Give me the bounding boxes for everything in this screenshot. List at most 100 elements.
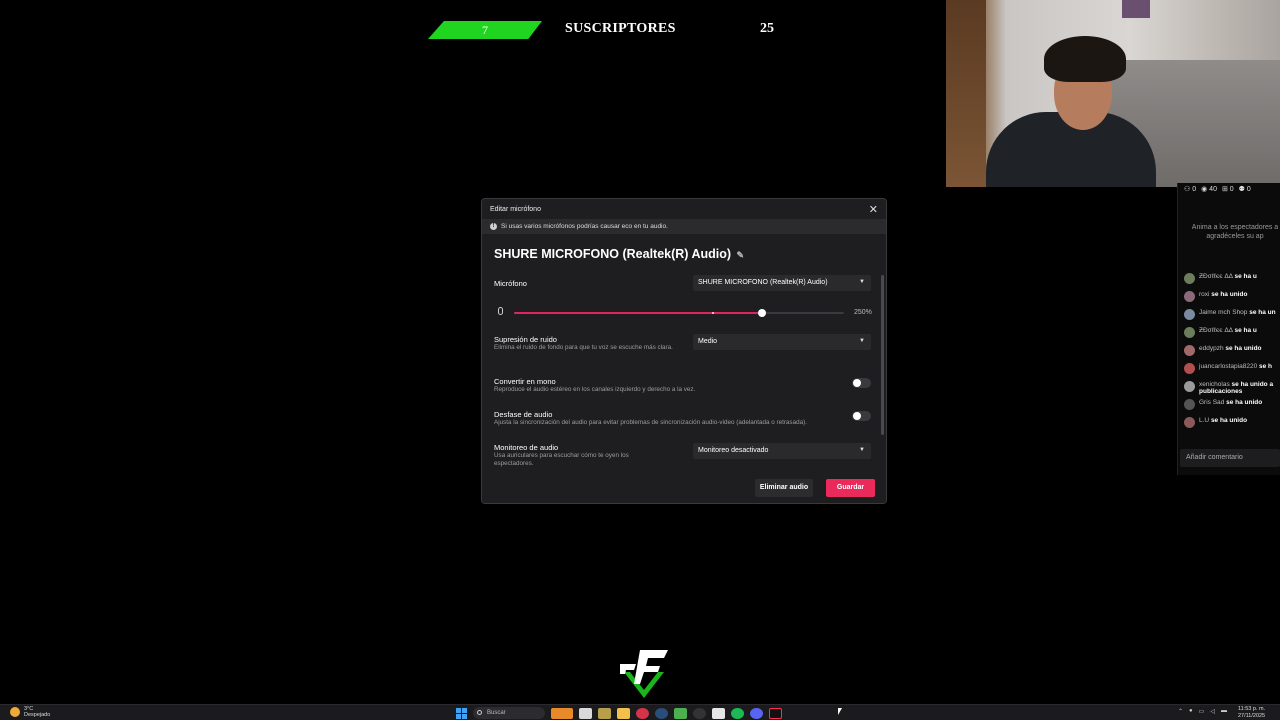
chat-username[interactable]: Jaime mch Shop [1199, 309, 1247, 316]
webcam-door [946, 0, 986, 187]
chevron-down-icon: ▼ [859, 447, 865, 453]
widget-thumbnail-icon[interactable] [551, 707, 573, 719]
dialog-footer: Eliminar audio Guardar [482, 473, 886, 503]
noise-suppression-description: Elimina el ruido de fondo para que tu vo… [494, 344, 673, 351]
audio-offset-toggle[interactable] [852, 411, 871, 421]
chat-stat-users: ⚇ 0 [1184, 186, 1197, 193]
chat-username[interactable]: ƵĐσℓℓєє ΔΔ [1199, 273, 1233, 280]
taskbar-apps: Buscar [456, 707, 782, 719]
audio-monitor-description: Usa auriculares para escuchar cómo te oy… [494, 452, 629, 467]
echo-warning-banner: ! Si usas varios micrófonos podrías caus… [482, 219, 886, 234]
chat-message-content: juancarlostapia8220 se h [1199, 363, 1272, 370]
chat-message-content: Jaime mch Shop se ha un [1199, 309, 1276, 316]
subscriber-goal-bar: 7 SUSCRIPTORES 25 [428, 19, 788, 41]
chat-username[interactable]: eddypzh [1199, 345, 1224, 352]
chat-message: ƵĐσℓℓєє ΔΔ se ha u [1184, 273, 1280, 291]
chat-notice-line-2: agradéceles su ap [1206, 233, 1264, 240]
battery-icon[interactable]: ▬ [1221, 708, 1227, 715]
audio-offset-label: Desfase de audio [494, 410, 553, 419]
chat-notice: Anima a los espectadores a agradéceles s… [1178, 193, 1280, 241]
moon-icon [10, 707, 20, 717]
subscriber-goal: 25 [760, 21, 774, 36]
avatar[interactable] [1184, 399, 1195, 410]
subscriber-label: SUSCRIPTORES [565, 21, 676, 36]
chat-message-text-continued: publicaciones [1199, 388, 1243, 395]
volume-slider-handle[interactable] [757, 309, 766, 317]
chevron-up-icon[interactable]: ⌃ [1178, 708, 1183, 715]
volume-icon[interactable]: ◁ [1210, 708, 1215, 715]
edit-microphone-dialog: Editar micrófono ✕ ! Si usas varios micr… [481, 198, 887, 504]
noise-suppression-select[interactable]: Medio ▼ [693, 334, 871, 350]
subscriber-count: 7 [428, 21, 542, 39]
chat-message: eddypzh se ha unido [1184, 345, 1280, 363]
dialog-header: Editar micrófono ✕ [482, 199, 886, 219]
opera-icon[interactable] [636, 707, 649, 719]
mouse-cursor-icon [838, 708, 842, 715]
avatar[interactable] [1184, 381, 1195, 392]
chat-username[interactable]: xenicholas [1199, 381, 1230, 388]
epic-app-icon[interactable] [693, 707, 706, 719]
mono-description: Reproduce el audio estéreo en los canale… [494, 386, 696, 393]
display-icon[interactable]: ▭ [1199, 708, 1205, 715]
terminal-icon[interactable] [712, 707, 725, 719]
chat-message: juancarlostapia8220 se h [1184, 363, 1280, 381]
taskbar-search-placeholder: Buscar [487, 710, 506, 716]
channel-logo-icon [620, 650, 668, 698]
volume-slider[interactable] [514, 309, 844, 317]
taskbar-date: 27/11/2025 [1238, 712, 1266, 719]
chat-message-content: roxi se ha unido [1199, 291, 1247, 298]
minecraft-icon[interactable] [674, 707, 687, 719]
chat-username[interactable]: juancarlostapia8220 [1199, 363, 1257, 370]
windows-start-icon[interactable] [456, 707, 467, 719]
edit-pencil-icon[interactable]: ✎ [737, 250, 745, 260]
task-view-icon[interactable] [579, 707, 592, 719]
tiktok-live-icon[interactable] [769, 707, 782, 719]
chat-stat-viewers: ◉ 40 [1201, 186, 1217, 193]
chat-message-text: se ha unido [1226, 399, 1263, 406]
avatar[interactable] [1184, 309, 1195, 320]
volume-slider-fill [514, 312, 762, 314]
avatar[interactable] [1184, 363, 1195, 374]
chat-username[interactable]: Gris Sad [1199, 399, 1224, 406]
chat-username[interactable]: ƵĐσℓℓєє ΔΔ [1199, 327, 1233, 334]
game-app-icon[interactable] [598, 707, 611, 719]
avatar[interactable] [1184, 273, 1195, 284]
taskbar-clock[interactable]: 11:53 p. m. 27/11/2025 [1238, 706, 1265, 719]
chat-message: ƵĐσℓℓєє ΔΔ se ha u [1184, 327, 1280, 345]
chat-username[interactable]: L.U [1199, 417, 1209, 424]
mono-toggle[interactable] [852, 378, 871, 388]
dialog-body: SHURE MICROFONO (Realtek(R) Audio) ✎ Mic… [482, 235, 886, 473]
spotify-icon[interactable] [731, 707, 744, 719]
chat-message-text: se ha unido a [1231, 381, 1274, 388]
audio-monitor-value: Monitoreo desactivado [698, 447, 769, 454]
windows-taskbar: 3°C Despejado Buscar ⌃ ● ▭ ◁ ▬ 11:53 p. … [0, 704, 1280, 720]
microphone-icon [498, 307, 503, 315]
volume-slider-marker [712, 312, 714, 314]
chat-comment-input[interactable]: Añadir comentario [1180, 449, 1280, 467]
chat-notice-line-1: Anima a los espectadores a [1191, 224, 1279, 231]
avatar[interactable] [1184, 417, 1195, 428]
taskbar-search[interactable]: Buscar [473, 707, 545, 719]
delete-audio-button[interactable]: Eliminar audio [755, 479, 813, 497]
save-button[interactable]: Guardar [826, 479, 875, 497]
microphone-select[interactable]: SHURE MICROFONO (Realtek(R) Audio) ▼ [693, 275, 871, 291]
webcam-poster [1122, 0, 1150, 18]
steam-icon[interactable] [655, 707, 668, 719]
audio-monitor-select[interactable]: Monitoreo desactivado ▼ [693, 443, 871, 459]
avatar[interactable] [1184, 345, 1195, 356]
audio-monitor-label: Monitoreo de audio [494, 443, 559, 452]
discord-icon[interactable] [750, 707, 763, 719]
mono-toggle-knob [853, 379, 861, 387]
system-tray: ⌃ ● ▭ ◁ ▬ [1178, 708, 1227, 715]
dialog-scrollbar[interactable] [881, 275, 884, 435]
weather-widget[interactable]: 3°C Despejado [10, 706, 50, 718]
chat-stat-shares: ⚉ 0 [1238, 186, 1251, 193]
avatar[interactable] [1184, 327, 1195, 338]
microphone-tray-icon[interactable]: ● [1189, 708, 1193, 715]
info-icon: ! [490, 223, 497, 230]
close-icon[interactable]: ✕ [869, 203, 878, 216]
avatar[interactable] [1184, 291, 1195, 302]
chat-message: Gris Sad se ha unido [1184, 399, 1280, 417]
file-explorer-icon[interactable] [617, 707, 630, 719]
chat-username[interactable]: roxi [1199, 291, 1209, 298]
